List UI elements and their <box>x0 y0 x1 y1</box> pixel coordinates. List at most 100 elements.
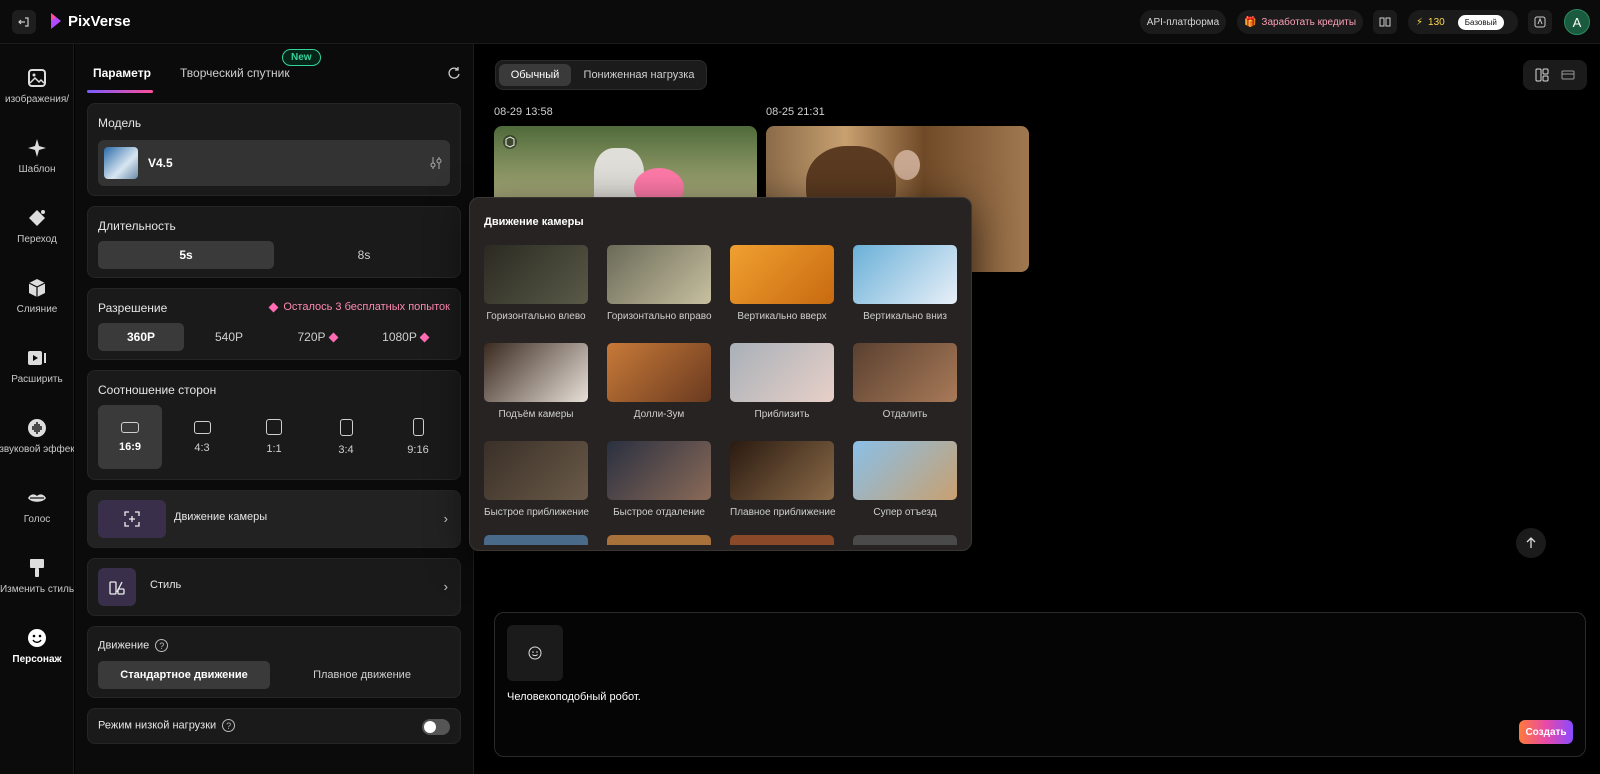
rail-item-voice[interactable]: Голос <box>0 488 74 548</box>
camera-motion-option[interactable]: Супер отъезд <box>853 441 957 518</box>
camera-motion-option[interactable]: Плавное приближение <box>730 441 836 518</box>
rail-item-template[interactable]: Шаблон <box>0 138 74 198</box>
sound-icon <box>28 419 46 437</box>
resolution-option-720p[interactable]: 720P <box>274 323 360 351</box>
camera-motion-thumbnail <box>853 343 957 402</box>
prompt-input[interactable]: Человекоподобный робот. <box>507 691 641 703</box>
style-card[interactable]: Стиль › <box>87 558 461 616</box>
camera-motion-thumbnail <box>607 245 711 304</box>
rail-item-image[interactable]: изображения/ <box>0 68 74 128</box>
camera-motion-popover: Движение камеры Горизонтально влево Гориз… <box>469 197 972 551</box>
camera-motion-option[interactable]: Долли-Зум <box>607 343 711 420</box>
create-button[interactable]: Создать <box>1519 720 1573 744</box>
scroll-to-top-button[interactable] <box>1516 528 1546 558</box>
translate-icon <box>1534 16 1546 28</box>
rail-label: Расширить <box>11 374 63 385</box>
item-date: 08-29 13:58 <box>494 106 553 118</box>
reset-icon[interactable] <box>447 66 461 80</box>
camera-motion-option[interactable]: Горизонтально вправо <box>607 245 712 322</box>
motion-title-text: Движение <box>98 639 150 652</box>
camera-motion-thumbnail <box>730 441 834 500</box>
low-load-title: Режим низкой нагрузки? <box>98 719 236 732</box>
sparkle-icon <box>28 139 46 157</box>
duration-option-8s[interactable]: 8s <box>276 241 452 269</box>
camera-motion-label: Супер отъезд <box>873 507 937 518</box>
style-icon-box <box>98 568 136 606</box>
model-title: Модель <box>98 116 142 130</box>
ratio-shape <box>266 419 282 435</box>
rail-item-transition[interactable]: Переход <box>0 208 74 268</box>
brand-name: PixVerse <box>68 12 131 30</box>
grid-view-icon[interactable] <box>1535 68 1549 82</box>
prompt-box[interactable]: Человекоподобный робот. Создать <box>494 612 1586 757</box>
aspect-option-1-1[interactable]: 1:1 <box>242 405 306 469</box>
style-icon <box>109 581 125 595</box>
mode-switch: Обычный Пониженная нагрузка <box>495 60 707 90</box>
camera-motion-thumbnail <box>484 441 588 500</box>
aspect-option-4-3[interactable]: 4:3 <box>170 405 234 469</box>
view-toggle[interactable] <box>1523 60 1587 90</box>
duration-option-5s[interactable]: 5s <box>98 241 274 269</box>
resolution-label: 720P <box>297 330 326 344</box>
rail-item-merge[interactable]: Слияние <box>0 278 74 338</box>
next-row-peek <box>484 535 958 545</box>
rail-item-extend[interactable]: Расширить <box>0 348 74 408</box>
user-avatar[interactable]: A <box>1564 9 1590 35</box>
cube-icon <box>503 135 517 149</box>
person-shape <box>894 150 920 180</box>
camera-motion-option[interactable]: Быстрое приближение <box>484 441 589 518</box>
camera-motion-option[interactable]: Отдалить <box>853 343 957 420</box>
earn-credits-button[interactable]: 🎁 Заработать кредиты <box>1237 10 1363 34</box>
aspect-option-16-9[interactable]: 16:9 <box>98 405 162 469</box>
resolution-option-540p[interactable]: 540P <box>186 323 272 351</box>
camera-motion-label: Отдалить <box>882 409 928 420</box>
camera-motion-thumbnail <box>607 343 711 402</box>
list-view-icon[interactable] <box>1561 68 1575 82</box>
resolution-option-1080p[interactable]: 1080P <box>362 323 448 351</box>
free-attempts-note: Осталось 3 бесплатных попыток <box>266 301 450 313</box>
aspect-option-3-4[interactable]: 3:4 <box>314 405 378 469</box>
rail-item-character[interactable]: Персонаж <box>0 628 74 688</box>
low-load-toggle[interactable] <box>422 719 450 735</box>
motion-option-standard[interactable]: Стандартное движение <box>98 661 270 689</box>
active-tab-indicator <box>87 90 153 93</box>
gem-icon <box>328 332 338 342</box>
rail-item-sound-effect[interactable]: звуковой эффек <box>0 418 74 478</box>
translate-button[interactable] <box>1528 10 1552 34</box>
camera-motion-option[interactable]: Вертикально вниз <box>853 245 957 322</box>
rail-label: Персонаж <box>12 654 62 665</box>
style-label: Стиль <box>150 579 182 591</box>
new-badge: New <box>282 49 321 66</box>
docs-button[interactable] <box>1373 10 1397 34</box>
camera-motion-option[interactable]: Горизонтально влево <box>484 245 588 322</box>
mode-normal[interactable]: Обычный <box>499 64 571 86</box>
camera-motion-label: Вертикально вверх <box>737 311 827 322</box>
resolution-label: 1080P <box>382 330 417 344</box>
low-load-card: Режим низкой нагрузки? <box>87 708 461 744</box>
camera-motion-option[interactable]: Вертикально вверх <box>730 245 834 322</box>
resolution-option-360p[interactable]: 360P <box>98 323 184 351</box>
camera-motion-label: Вертикально вниз <box>863 311 947 322</box>
camera-motion-thumbnail <box>730 245 834 304</box>
motion-option-smooth[interactable]: Плавное движение <box>274 661 450 689</box>
model-selector[interactable]: V4.5 <box>98 140 450 186</box>
tab-creative-companion[interactable]: Творческий спутник <box>180 66 290 80</box>
aspect-option-9-16[interactable]: 9:16 <box>386 405 450 469</box>
camera-motion-thumbnail <box>484 343 588 402</box>
api-platform-button[interactable]: API-платформа <box>1140 10 1226 34</box>
rail-item-restyle[interactable]: Изменить стиль <box>0 558 74 618</box>
character-slot[interactable] <box>507 625 563 681</box>
help-icon[interactable]: ? <box>222 719 236 732</box>
help-icon[interactable]: ? <box>155 639 169 652</box>
brand-logo[interactable]: PixVerse <box>50 12 131 30</box>
exit-button[interactable] <box>12 10 36 34</box>
credits-count: 130 <box>1428 16 1445 28</box>
tab-parameters[interactable]: Параметр <box>93 66 151 80</box>
camera-motion-option[interactable]: Приблизить <box>730 343 834 420</box>
camera-motion-card[interactable]: Движение камеры › <box>87 490 461 548</box>
camera-motion-option[interactable]: Подъём камеры <box>484 343 588 420</box>
credits-badge[interactable]: ⚡ 130 Базовый <box>1408 10 1518 34</box>
mode-low-load[interactable]: Пониженная нагрузка <box>574 64 704 86</box>
camera-motion-label: Долли-Зум <box>633 409 685 420</box>
camera-motion-option[interactable]: Быстрое отдаление <box>607 441 711 518</box>
